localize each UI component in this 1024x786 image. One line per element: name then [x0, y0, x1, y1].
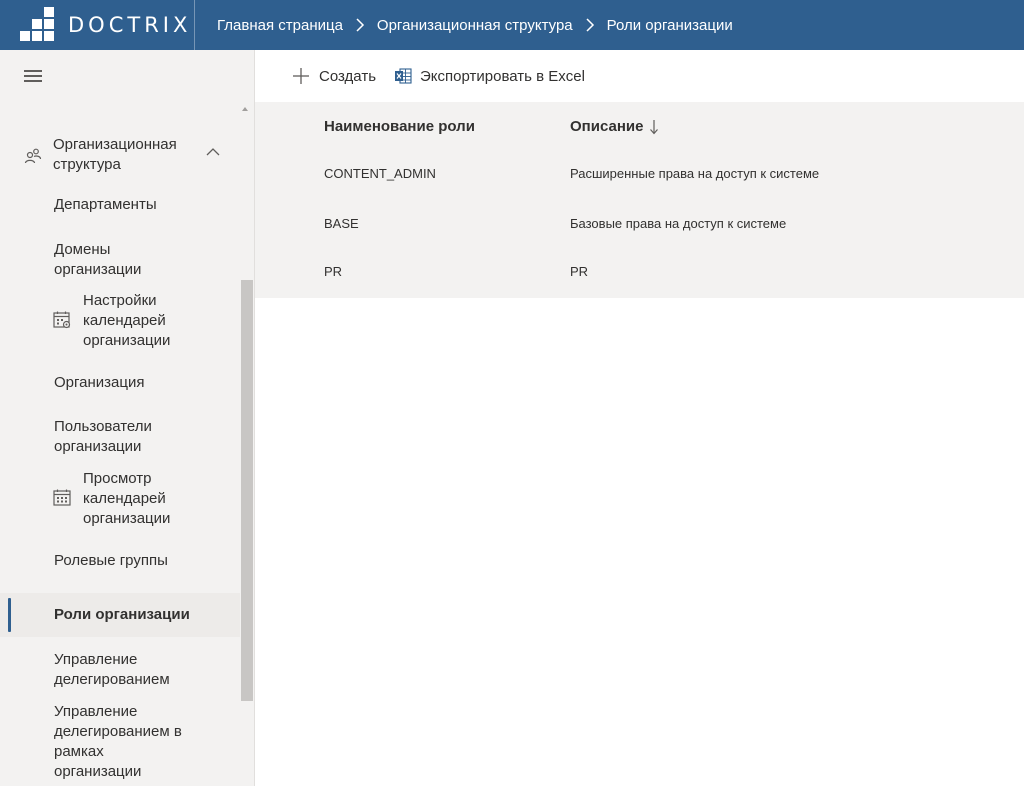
sidebar-item-label: Организация: [54, 374, 145, 391]
column-header-label: Описание: [570, 118, 644, 135]
sidebar-item-calendar-settings[interactable]: Настройки календарей организации: [0, 291, 240, 356]
main-content: Создать Экспортировать в Excel Наименова…: [255, 50, 1024, 786]
calendar-settings-icon: [53, 311, 71, 329]
table-header: Наименование роли Описание: [255, 102, 1024, 150]
cell-role-name: CONTENT_ADMIN: [324, 166, 436, 181]
cell-description: Расширенные права на доступ к системе: [570, 166, 820, 181]
calendar-icon: [53, 489, 71, 506]
sidebar-item-delegation[interactable]: Управление делегированием: [0, 650, 240, 695]
roles-table: Наименование роли Описание CONTENT_ADMIN…: [255, 102, 1024, 298]
sidebar-item-organization[interactable]: Организация: [0, 373, 240, 403]
sidebar-item-label: Настройки календарей организации: [83, 292, 171, 349]
logo-text: DOCTRIX: [68, 13, 192, 37]
sidebar-item-label: Управление делегированием: [54, 651, 170, 688]
table-row[interactable]: CONTENT_ADMIN Расширенные права на досту…: [255, 150, 1024, 200]
chevron-right-icon: [356, 18, 364, 32]
plus-icon: [293, 68, 309, 84]
logo-mark-icon: [20, 7, 54, 41]
app-logo[interactable]: DOCTRIX: [0, 0, 195, 50]
sidebar-group-label: Организационная структура: [53, 136, 177, 173]
cell-description: PR: [570, 264, 589, 279]
chevron-right-icon: [586, 18, 594, 32]
breadcrumb: Главная страница Организационная структу…: [195, 17, 733, 34]
cell-description: Базовые права на доступ к системе: [570, 216, 787, 231]
sidebar-item-org-roles[interactable]: Роли организации: [0, 593, 240, 637]
top-bar: DOCTRIX Главная страница Организационная…: [0, 0, 1024, 50]
table-row[interactable]: PR PR: [255, 248, 1024, 298]
sidebar: Организационная структура Департаменты Д…: [0, 50, 255, 786]
people-icon: [24, 148, 42, 164]
command-bar: Создать Экспортировать в Excel: [255, 50, 1024, 102]
table-row[interactable]: BASE Базовые права на доступ к системе: [255, 200, 1024, 250]
sidebar-scrollbar-thumb[interactable]: [241, 280, 253, 701]
hamburger-icon[interactable]: [24, 70, 42, 82]
breadcrumb-current: Роли организации: [606, 16, 733, 34]
create-button[interactable]: Создать: [291, 66, 376, 86]
sidebar-item-label: Пользователи организации: [54, 418, 152, 455]
sidebar-group-org-structure[interactable]: Организационная структура: [0, 135, 240, 185]
sidebar-item-label: Департаменты: [54, 196, 157, 213]
column-header-role-name[interactable]: Наименование роли: [324, 118, 475, 135]
excel-icon: [395, 68, 412, 84]
breadcrumb-home[interactable]: Главная страница: [217, 17, 343, 34]
active-indicator: [8, 598, 11, 632]
sidebar-item-label: Просмотр календарей организации: [83, 470, 171, 527]
sidebar-item-departments[interactable]: Департаменты: [0, 195, 240, 225]
create-button-label: Создать: [319, 67, 377, 85]
export-excel-label: Экспортировать в Excel: [420, 67, 585, 85]
sidebar-item-org-delegation[interactable]: Управление делегированием в рамках орган…: [0, 702, 240, 786]
sidebar-item-role-groups[interactable]: Ролевые группы: [0, 551, 240, 581]
sidebar-item-domains[interactable]: Домены организации: [0, 240, 240, 285]
export-excel-button[interactable]: Экспортировать в Excel: [394, 67, 585, 85]
sidebar-item-calendar-view[interactable]: Просмотр календарей организации: [0, 469, 240, 534]
scroll-up-arrow-icon[interactable]: [242, 107, 248, 111]
breadcrumb-org-structure[interactable]: Организационная структура: [377, 17, 573, 34]
sidebar-item-label: Домены организации: [54, 241, 142, 278]
sort-descending-icon: [650, 119, 659, 134]
sidebar-item-label: Ролевые группы: [54, 552, 168, 569]
sidebar-item-users[interactable]: Пользователи организации: [0, 417, 240, 462]
chevron-up-icon[interactable]: [206, 147, 220, 157]
cell-role-name: PR: [324, 264, 343, 279]
column-header-description[interactable]: Описание: [570, 118, 659, 135]
sidebar-item-label: Роли организации: [54, 606, 190, 623]
cell-role-name: BASE: [324, 216, 359, 231]
sidebar-item-label: Управление делегированием в рамках орган…: [54, 703, 182, 780]
